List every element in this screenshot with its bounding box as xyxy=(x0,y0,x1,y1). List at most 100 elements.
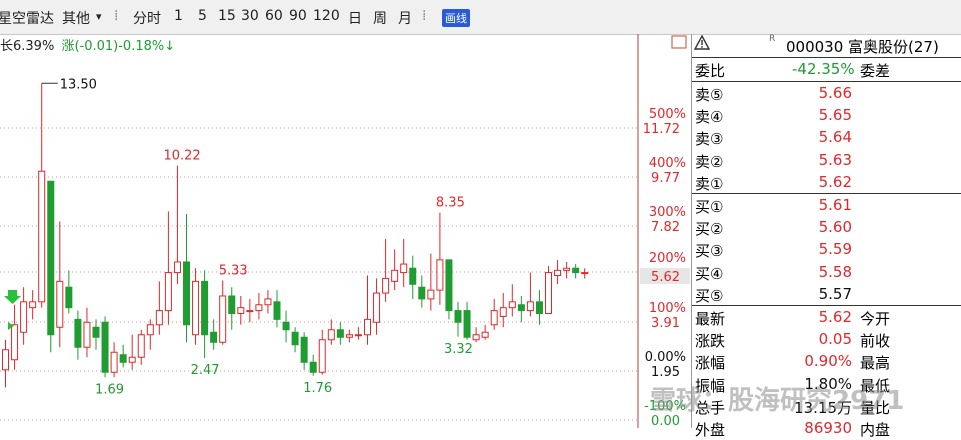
candle[interactable] xyxy=(110,342,118,378)
candle[interactable] xyxy=(291,327,299,353)
candle[interactable] xyxy=(282,310,290,343)
candle[interactable] xyxy=(581,268,589,279)
candle[interactable] xyxy=(83,307,91,358)
period-fenshi[interactable]: 分时 xyxy=(133,8,161,28)
candle[interactable] xyxy=(11,304,19,370)
candle[interactable] xyxy=(554,259,562,285)
candle[interactable] xyxy=(354,327,362,340)
candle[interactable] xyxy=(418,275,426,308)
candle[interactable] xyxy=(382,238,390,302)
row-value: 5.64 xyxy=(818,128,852,147)
candle[interactable] xyxy=(472,327,480,343)
candle[interactable] xyxy=(336,322,344,345)
candle[interactable] xyxy=(373,278,381,335)
candle-body xyxy=(391,269,399,282)
candle-body xyxy=(436,259,444,291)
candle[interactable] xyxy=(481,324,489,340)
candle[interactable] xyxy=(29,290,37,320)
candle[interactable] xyxy=(391,249,399,291)
candle[interactable] xyxy=(201,270,209,358)
period-60[interactable]: 60 xyxy=(265,8,283,24)
candle[interactable] xyxy=(563,261,571,279)
ask-row: 卖① 5.62 xyxy=(692,171,961,193)
watermark: 雪球：股海研究2971 xyxy=(650,386,905,416)
candle[interactable] xyxy=(445,259,453,320)
period-90[interactable]: 90 xyxy=(289,8,307,24)
candle[interactable] xyxy=(327,319,335,345)
candle[interactable] xyxy=(119,344,127,368)
candle-body xyxy=(164,272,172,312)
candle[interactable] xyxy=(47,180,55,353)
candle[interactable] xyxy=(273,290,281,328)
candle[interactable] xyxy=(409,255,417,299)
candle[interactable] xyxy=(255,293,263,320)
candle[interactable] xyxy=(345,329,353,343)
candle-body xyxy=(128,356,136,363)
candle[interactable] xyxy=(65,270,73,314)
candle[interactable] xyxy=(210,319,218,350)
candle[interactable] xyxy=(183,213,190,343)
candle[interactable] xyxy=(427,253,435,311)
candle[interactable] xyxy=(20,287,28,345)
candle[interactable] xyxy=(237,295,245,325)
candle-body xyxy=(173,261,181,274)
candle[interactable] xyxy=(146,319,154,350)
chart-corner-box-icon[interactable] xyxy=(671,35,687,49)
period-week[interactable]: 周 xyxy=(373,8,387,28)
candle[interactable] xyxy=(219,280,227,345)
candle[interactable] xyxy=(535,290,543,325)
candle-body xyxy=(581,272,589,275)
candle[interactable] xyxy=(463,301,471,340)
candle-body xyxy=(554,269,562,277)
draw-line-button[interactable]: 画线 xyxy=(442,9,470,27)
candle[interactable] xyxy=(246,298,254,323)
period-120[interactable]: 120 xyxy=(313,8,340,24)
candle[interactable] xyxy=(400,238,408,288)
candle[interactable] xyxy=(74,310,82,360)
period-1[interactable]: 1 xyxy=(174,8,183,24)
candle[interactable] xyxy=(454,301,462,337)
candle[interactable] xyxy=(173,165,181,285)
chevron-down-icon[interactable]: ▾ xyxy=(96,10,102,23)
period-month[interactable]: 月 xyxy=(398,8,412,28)
period-day[interactable]: 日 xyxy=(348,8,362,28)
candle-body xyxy=(445,259,453,312)
candle-body xyxy=(563,267,571,271)
candle[interactable] xyxy=(137,329,145,365)
candle[interactable] xyxy=(155,281,163,335)
warning-icon[interactable] xyxy=(693,34,711,54)
indicator-name[interactable]: 星空雷达 xyxy=(0,8,54,28)
other-menu[interactable]: 其他 xyxy=(62,8,90,28)
candle[interactable] xyxy=(318,329,326,375)
candle[interactable] xyxy=(192,268,200,345)
period-5[interactable]: 5 xyxy=(198,8,207,24)
candle[interactable] xyxy=(228,287,236,330)
candle[interactable] xyxy=(92,319,100,350)
candle[interactable] xyxy=(545,266,552,315)
period-30[interactable]: 30 xyxy=(241,8,259,24)
period-15[interactable]: 15 xyxy=(218,8,236,24)
candle[interactable] xyxy=(300,332,308,370)
candle[interactable] xyxy=(490,298,498,330)
candle-body xyxy=(300,336,308,363)
candle[interactable] xyxy=(364,275,371,345)
candle[interactable] xyxy=(526,272,534,317)
candle[interactable] xyxy=(264,290,272,314)
candle[interactable] xyxy=(56,221,64,348)
candle[interactable] xyxy=(101,316,109,378)
candle[interactable] xyxy=(38,83,46,308)
candle[interactable] xyxy=(309,354,317,376)
candle[interactable] xyxy=(499,293,507,328)
candle[interactable] xyxy=(436,212,444,305)
candlestick-chart[interactable]: 500%11.72 400%9.77 300%7.82 200% 5.62 100%3.9… xyxy=(0,34,691,428)
candle[interactable] xyxy=(128,334,136,370)
candle[interactable] xyxy=(2,339,9,388)
candle[interactable] xyxy=(572,264,580,279)
candle-body xyxy=(137,334,145,358)
candle[interactable] xyxy=(517,295,525,323)
candle[interactable] xyxy=(164,211,172,325)
candle[interactable] xyxy=(508,284,516,317)
row-value: 5.66 xyxy=(818,84,852,102)
row-label: 买⑤ xyxy=(695,286,724,305)
candle-body xyxy=(481,331,489,338)
